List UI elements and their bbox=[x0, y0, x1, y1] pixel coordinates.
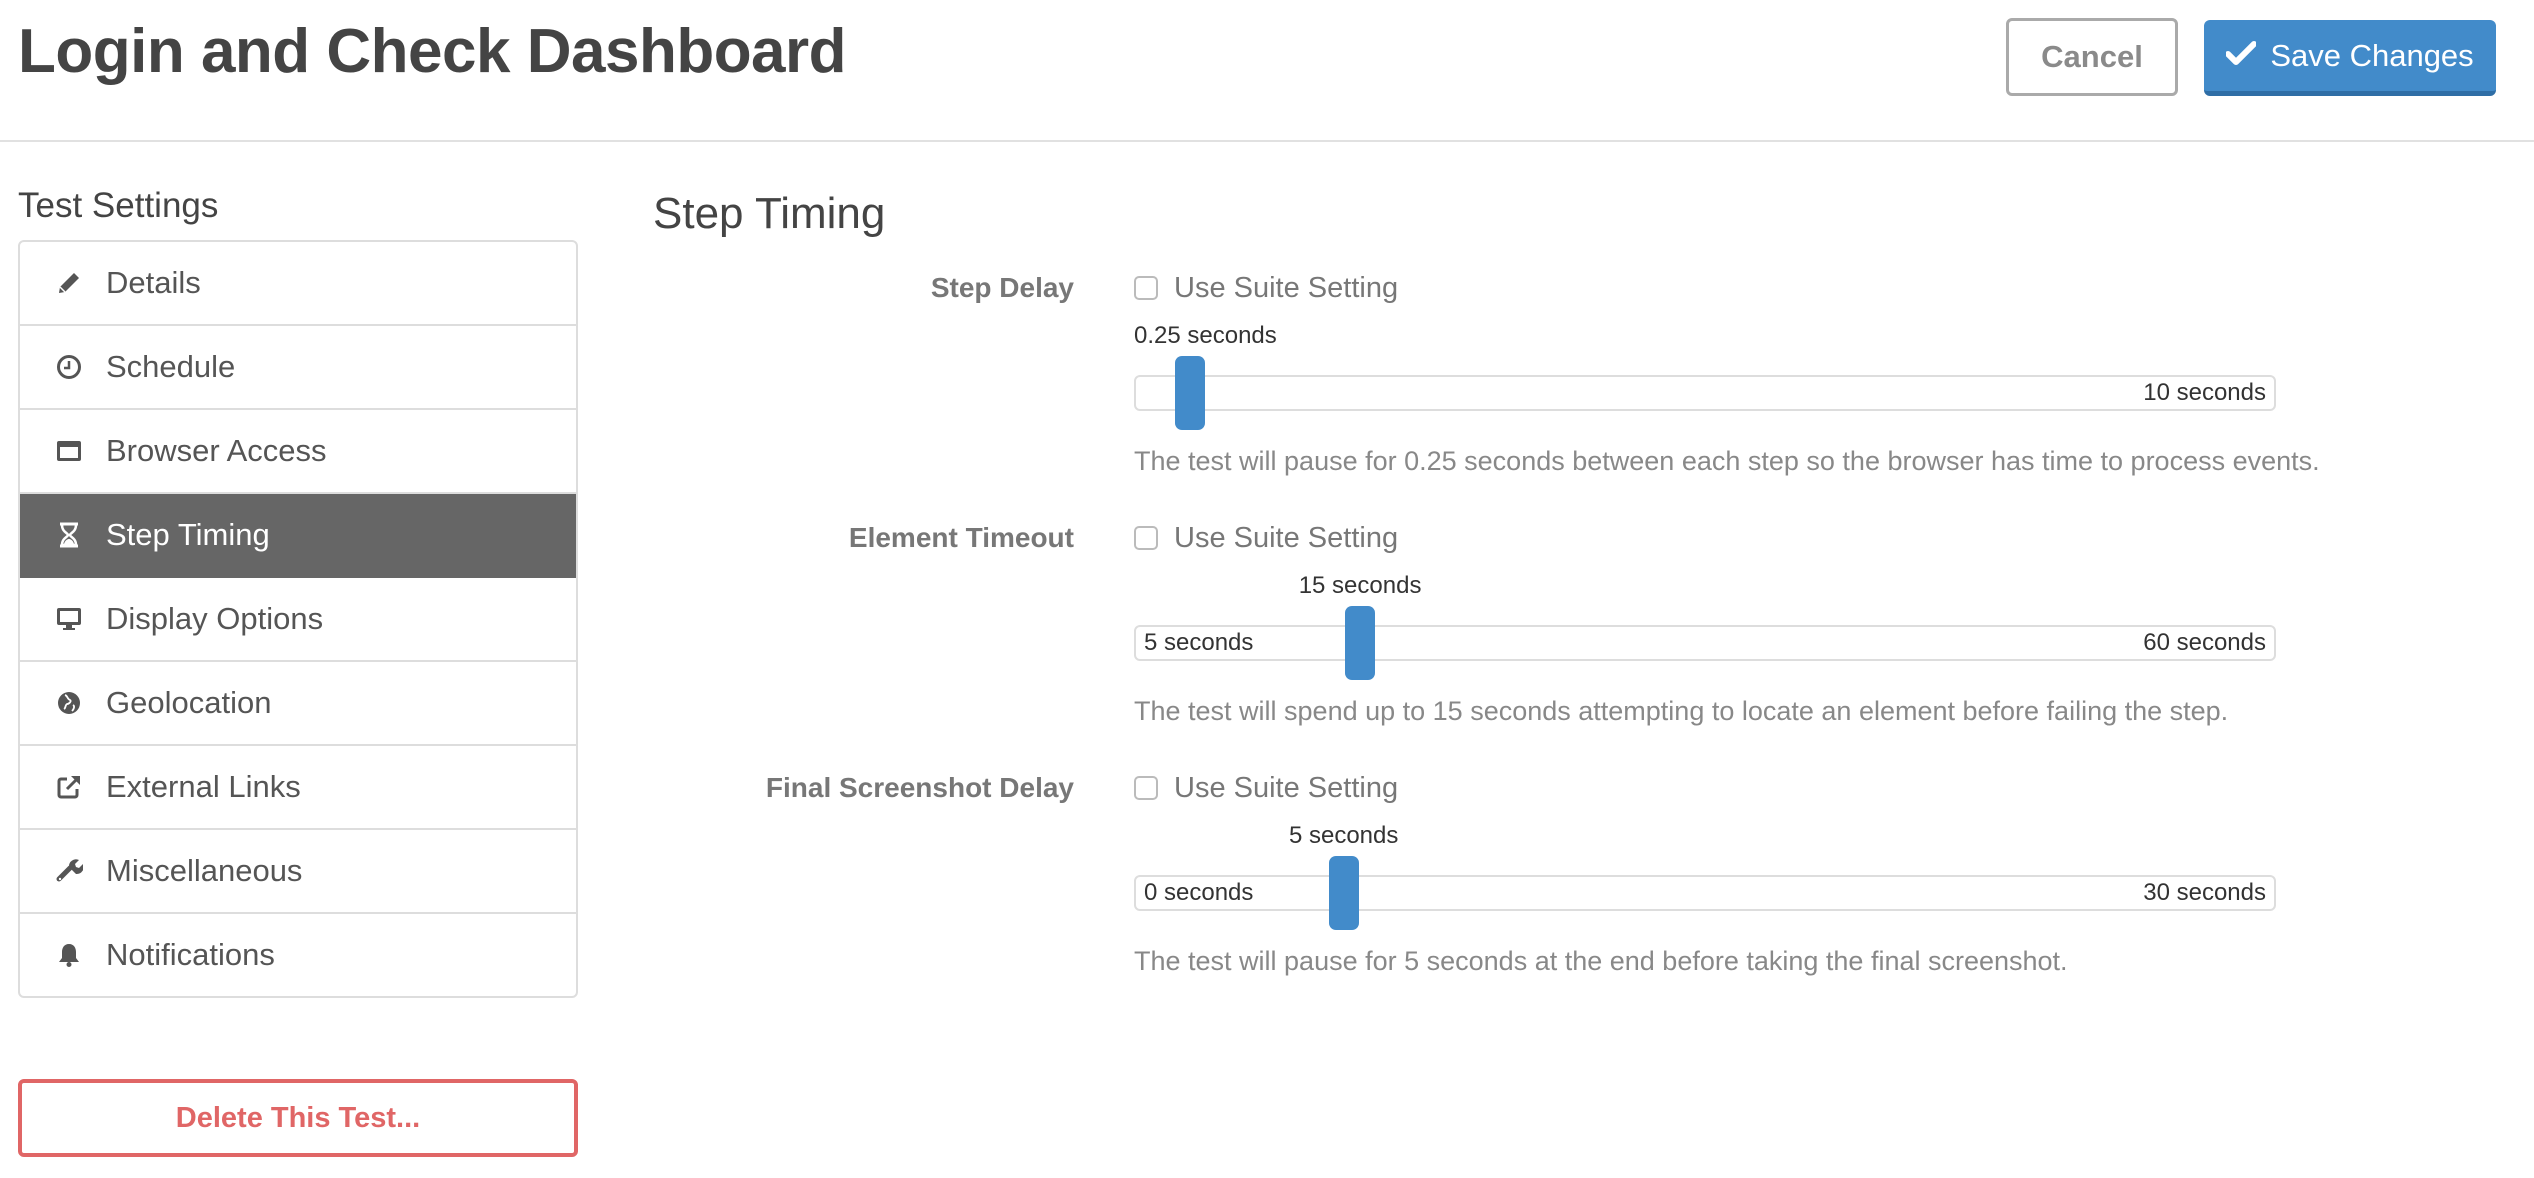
slider-track[interactable]: 0 seconds 30 seconds bbox=[1134, 875, 2276, 911]
slider-track[interactable]: 10 seconds bbox=[1134, 375, 2276, 411]
monitor-icon bbox=[54, 604, 84, 634]
page-header: Login and Check Dashboard Cancel Save Ch… bbox=[0, 0, 2534, 142]
sidebar-item-label: Miscellaneous bbox=[106, 853, 303, 888]
slider-handle[interactable] bbox=[1345, 606, 1376, 680]
use-suite-setting-label: Use Suite Setting bbox=[1174, 521, 1399, 554]
sidebar-item-geolocation[interactable]: Geolocation bbox=[20, 662, 576, 746]
cancel-button[interactable]: Cancel bbox=[2006, 18, 2178, 96]
sidebar-item-schedule[interactable]: Schedule bbox=[20, 326, 576, 410]
use-suite-setting-checkbox[interactable]: Use Suite Setting bbox=[1134, 270, 1398, 306]
slider-max-label: 60 seconds bbox=[2143, 629, 2266, 656]
hourglass-icon bbox=[54, 520, 84, 550]
settings-nav: Details Schedule Browser Access Step Tim… bbox=[18, 240, 578, 998]
setting-label: Final Screenshot Delay bbox=[765, 772, 1074, 803]
slider-min-label: 5 seconds bbox=[1144, 629, 1254, 656]
element-timeout-slider[interactable]: 5 seconds 60 seconds 15 seconds bbox=[1134, 572, 2276, 680]
sidebar-item-label: Schedule bbox=[106, 349, 236, 384]
slider-value-label: 0.25 seconds bbox=[1134, 322, 1277, 349]
sidebar-item-label: Geolocation bbox=[106, 685, 272, 720]
bell-icon bbox=[54, 940, 84, 970]
save-changes-button[interactable]: Save Changes bbox=[2204, 20, 2496, 96]
use-suite-setting-label: Use Suite Setting bbox=[1174, 271, 1399, 304]
delete-test-button[interactable]: Delete This Test... bbox=[18, 1079, 578, 1157]
help-text: The test will spend up to 15 seconds att… bbox=[1134, 696, 2229, 726]
slider-value-label: 15 seconds bbox=[1298, 572, 1422, 599]
setting-label: Step Delay bbox=[930, 272, 1074, 303]
wrench-icon bbox=[54, 856, 84, 886]
page-title: Login and Check Dashboard bbox=[18, 17, 847, 86]
checkbox-box[interactable] bbox=[1134, 276, 1158, 300]
sidebar-item-label: Browser Access bbox=[106, 433, 327, 468]
slider-min-label: 0 seconds bbox=[1144, 879, 1254, 906]
sidebar-title: Test Settings bbox=[18, 186, 219, 225]
sidebar-item-label: Display Options bbox=[106, 601, 324, 636]
globe-icon bbox=[54, 688, 84, 718]
use-suite-setting-checkbox[interactable]: Use Suite Setting bbox=[1134, 770, 1398, 806]
setting-label: Element Timeout bbox=[848, 522, 1074, 553]
sidebar-item-notifications[interactable]: Notifications bbox=[20, 914, 576, 996]
slider-max-label: 30 seconds bbox=[2143, 879, 2266, 906]
slider-max-label: 10 seconds bbox=[2143, 379, 2266, 406]
slider-value-label: 5 seconds bbox=[1288, 822, 1399, 849]
slider-track[interactable]: 5 seconds 60 seconds bbox=[1134, 625, 2276, 661]
slider-handle[interactable] bbox=[1175, 356, 1206, 430]
sidebar-item-details[interactable]: Details bbox=[20, 242, 576, 326]
section-title: Step Timing bbox=[653, 189, 886, 238]
sidebar-item-label: Step Timing bbox=[106, 517, 270, 552]
help-text: The test will pause for 5 seconds at the… bbox=[1134, 946, 2068, 976]
sidebar-item-display-options[interactable]: Display Options bbox=[20, 578, 576, 662]
sidebar-item-label: Notifications bbox=[106, 937, 275, 972]
final-screenshot-delay-slider[interactable]: 0 seconds 30 seconds 5 seconds bbox=[1134, 822, 2276, 930]
check-icon bbox=[2225, 38, 2258, 74]
sidebar-item-external-links[interactable]: External Links bbox=[20, 746, 576, 830]
pencil-icon bbox=[54, 268, 84, 298]
external-link-icon bbox=[54, 772, 84, 802]
sidebar-item-label: External Links bbox=[106, 769, 301, 804]
browser-window-icon bbox=[54, 436, 84, 466]
checkbox-box[interactable] bbox=[1134, 526, 1158, 550]
sidebar-item-label: Details bbox=[106, 265, 201, 300]
use-suite-setting-label: Use Suite Setting bbox=[1174, 771, 1399, 804]
clock-icon bbox=[54, 352, 84, 382]
checkbox-box[interactable] bbox=[1134, 776, 1158, 800]
sidebar-item-step-timing[interactable]: Step Timing bbox=[20, 494, 576, 578]
sidebar-item-miscellaneous[interactable]: Miscellaneous bbox=[20, 830, 576, 914]
save-changes-label: Save Changes bbox=[2270, 37, 2474, 73]
help-text: The test will pause for 0.25 seconds bet… bbox=[1134, 446, 2320, 476]
use-suite-setting-checkbox[interactable]: Use Suite Setting bbox=[1134, 520, 1398, 556]
step-delay-slider[interactable]: 10 seconds 0.25 seconds bbox=[1134, 322, 2276, 430]
sidebar-item-browser-access[interactable]: Browser Access bbox=[20, 410, 576, 494]
slider-handle[interactable] bbox=[1328, 856, 1359, 930]
